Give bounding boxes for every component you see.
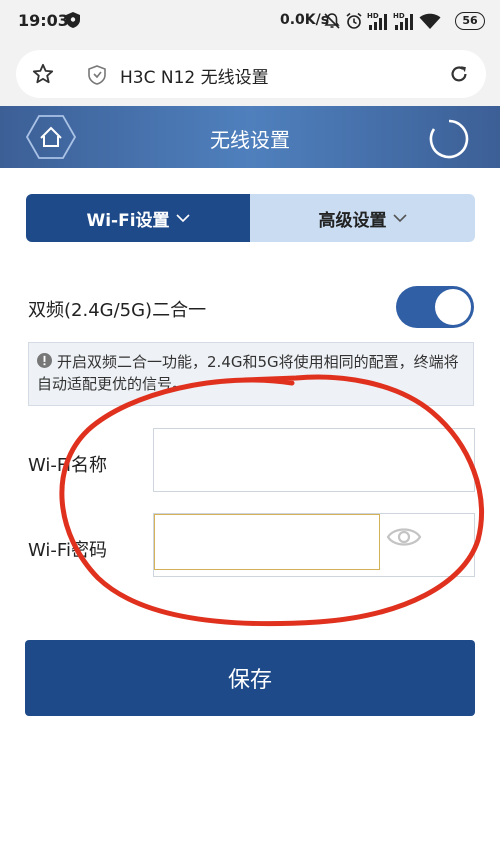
reload-icon[interactable] [448,63,470,85]
address-bar[interactable]: H3C N12 无线设置 [16,50,486,98]
toggle-knob [435,289,471,325]
dual-band-notice: 开启双频二合一功能，2.4G和5G将使用相同的配置，终端将自动适配更优的信号。 [28,342,474,406]
tab-advanced-settings[interactable]: 高级设置 [250,194,475,242]
password-label: Wi-Fi密码 [28,540,107,561]
status-icons: HD HD [323,10,441,32]
password-input[interactable] [154,514,380,570]
browser-toolbar: H3C N12 无线设置 [0,44,500,106]
svg-text:HD: HD [393,12,405,20]
wifi-icon [419,13,441,29]
star-icon[interactable] [32,63,54,85]
ssid-label: Wi-Fi名称 [28,455,107,476]
mute-icon [324,13,340,29]
ssid-input[interactable] [153,428,475,492]
shield-icon [66,12,80,28]
page-title: 无线设置 [210,128,290,152]
app-header: 无线设置 [0,106,500,168]
network-speed: 0.0K/s [280,12,330,28]
eye-icon[interactable] [386,524,422,550]
settings-tabs: Wi-Fi设置 高级设置 [26,194,475,242]
status-bar: 19:03 0.0K/s HD HD 56 [0,0,500,44]
refresh-icon[interactable] [428,118,470,160]
dual-band-toggle[interactable] [396,286,474,328]
dual-band-label: 双频(2.4G/5G)二合一 [28,300,207,321]
tab-wifi-settings[interactable]: Wi-Fi设置 [26,194,250,242]
shield-icon[interactable] [88,65,106,85]
tab-label: 高级设置 [318,210,387,231]
page-url-title[interactable]: H3C N12 无线设置 [120,63,269,88]
svg-text:HD: HD [367,12,379,20]
alarm-icon [346,12,362,29]
status-time: 19:03 [18,11,69,30]
save-button[interactable]: 保存 [25,640,475,716]
hd-signal-icon: HD [367,12,387,30]
notice-text: 开启双频二合一功能，2.4G和5G将使用相同的配置，终端将自动适配更优的信号。 [37,353,459,393]
password-field [153,513,475,577]
chevron-down-icon [392,214,407,223]
battery-icon: 56 [455,12,485,30]
tab-label: Wi-Fi设置 [86,210,170,231]
hd-signal-icon: HD [393,12,413,30]
chevron-down-icon [175,214,190,223]
